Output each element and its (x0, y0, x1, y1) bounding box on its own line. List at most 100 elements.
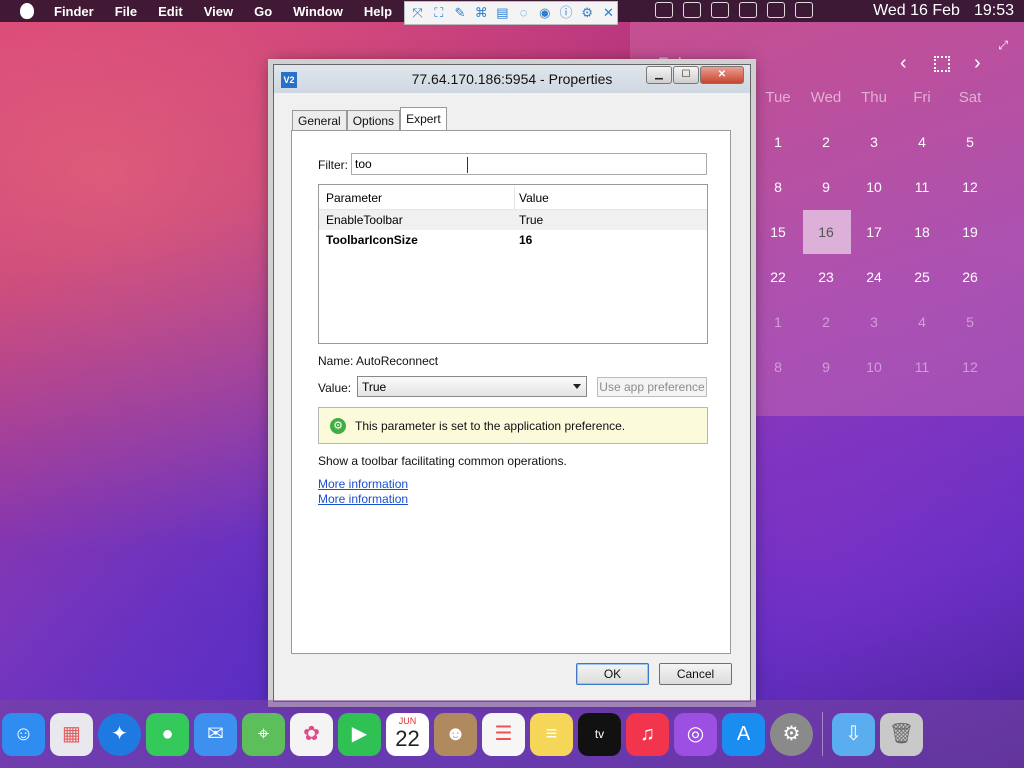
clipboard-icon[interactable]: ▤ (494, 5, 511, 21)
calendar-day[interactable]: 1 (754, 134, 802, 150)
use-app-preference-button[interactable]: Use app preference (597, 377, 707, 397)
calendar-day[interactable]: 3 (850, 134, 898, 150)
maximize-button[interactable]: ☐ (673, 66, 699, 84)
column-parameter[interactable]: Parameter (326, 191, 382, 205)
vnc-toolbar: ⤧ ⛶ ✎ ⌘ ▤ ◌ ◉ ⓘ ⚙ ✕ (404, 1, 618, 25)
menu-edit[interactable]: Edit (158, 4, 183, 19)
apple-menu-icon[interactable] (20, 3, 34, 19)
notes-icon[interactable]: ≡ (530, 712, 573, 756)
calendar-day[interactable]: 4 (898, 134, 946, 150)
calendar-day[interactable]: 3 (850, 314, 898, 330)
calendar-day[interactable]: 18 (898, 224, 946, 240)
cancel-button[interactable]: Cancel (659, 663, 732, 685)
more-information-link[interactable]: More information (318, 477, 408, 491)
settings-icon[interactable]: ⚙ (579, 5, 596, 21)
more-information-link-2[interactable]: More information (318, 492, 408, 506)
calendar-day[interactable]: 11 (898, 179, 946, 195)
minimize-button[interactable]: ▁ (646, 66, 672, 84)
calendar-day[interactable]: 16 (802, 224, 850, 240)
mail-icon[interactable]: ✉ (194, 712, 237, 756)
spotlight-search-icon[interactable] (767, 2, 785, 18)
trash-icon[interactable]: 🗑 (880, 712, 923, 756)
tab-expert[interactable]: Expert (400, 107, 447, 131)
calendar-day[interactable]: 12 (946, 179, 994, 195)
table-row[interactable]: ToolbarIconSize 16 (319, 230, 707, 250)
safari-icon[interactable]: ✦ (98, 712, 141, 756)
close-toolbar-icon[interactable]: ✕ (600, 5, 617, 21)
calendar-day[interactable]: 8 (754, 359, 802, 375)
calendar-day[interactable]: 19 (946, 224, 994, 240)
menu-app-finder[interactable]: Finder (54, 4, 94, 19)
menu-view[interactable]: View (204, 4, 233, 19)
calendar-day[interactable]: 22 (754, 269, 802, 285)
facetime-icon[interactable]: ▶ (338, 712, 381, 756)
calendar-day[interactable]: 25 (898, 269, 946, 285)
menu-file[interactable]: File (115, 4, 137, 19)
contacts-icon[interactable]: ☻ (434, 712, 477, 756)
control-center-icon[interactable] (795, 2, 813, 18)
calendar-day[interactable]: 12 (946, 359, 994, 375)
calendar-day[interactable]: 26 (946, 269, 994, 285)
podcasts-icon[interactable]: ◎ (674, 712, 717, 756)
close-button[interactable]: ✕ (700, 66, 744, 84)
calendar-day[interactable]: 5 (946, 134, 994, 150)
value-select[interactable]: True (357, 376, 587, 397)
column-separator[interactable] (514, 187, 515, 209)
table-row[interactable]: EnableToolbar True (319, 210, 707, 230)
calendar-grid-icon[interactable] (934, 56, 950, 72)
calendar-next-icon[interactable]: › (974, 52, 981, 75)
menu-clock[interactable]: Wed 16 Feb 19:53 (873, 0, 1014, 22)
calendar-day[interactable]: 11 (898, 359, 946, 375)
finder-icon[interactable]: ☺ (2, 712, 45, 756)
screen-mirroring-icon[interactable] (739, 2, 757, 18)
tab-options[interactable]: Options (346, 110, 401, 131)
info-icon[interactable]: ⓘ (557, 5, 574, 21)
reminders-icon[interactable]: ☰ (482, 712, 525, 756)
apple-tv-icon[interactable]: tv (578, 712, 621, 756)
calendar-day[interactable]: 10 (850, 359, 898, 375)
music-icon[interactable]: ♫ (626, 712, 669, 756)
chat-icon[interactable]: ◌ (515, 5, 532, 21)
battery-icon[interactable] (711, 2, 729, 18)
calendar-day[interactable]: 1 (754, 314, 802, 330)
row-parameter-value: 16 (519, 233, 533, 247)
calendar-day[interactable]: 2 (802, 134, 850, 150)
app-store-icon[interactable]: A (722, 712, 765, 756)
ok-button[interactable]: OK (576, 663, 649, 685)
calendar-day[interactable]: 8 (754, 179, 802, 195)
fullscreen-icon[interactable]: ⤧ (409, 5, 426, 21)
dialog-titlebar[interactable]: V2 77.64.170.186:5954 - Properties ▁ ☐ ✕ (274, 65, 750, 93)
calendar-day[interactable]: 2 (802, 314, 850, 330)
ctrl-alt-del-icon[interactable]: ⌘ (473, 5, 490, 21)
calendar-prev-icon[interactable]: ‹ (900, 52, 907, 75)
notes-status-icon[interactable] (655, 2, 673, 18)
tab-general[interactable]: General (292, 110, 347, 131)
properties-dialog: V2 77.64.170.186:5954 - Properties ▁ ☐ ✕… (273, 64, 751, 702)
menu-window[interactable]: Window (293, 4, 343, 19)
widget-pin-icon[interactable]: ⤢ (998, 38, 1008, 53)
calendar-day[interactable]: 10 (850, 179, 898, 195)
volume-icon[interactable] (683, 2, 701, 18)
calendar-day[interactable]: 4 (898, 314, 946, 330)
calendar-day[interactable]: 9 (802, 359, 850, 375)
calendar-icon[interactable]: JUN 22 (386, 712, 429, 756)
scale-icon[interactable]: ⛶ (430, 5, 447, 21)
menu-help[interactable]: Help (364, 4, 392, 19)
calendar-day[interactable]: 24 (850, 269, 898, 285)
menu-go[interactable]: Go (254, 4, 272, 19)
column-value[interactable]: Value (519, 191, 549, 205)
maps-icon[interactable]: ⌖ (242, 712, 285, 756)
photos-icon[interactable]: ✿ (290, 712, 333, 756)
calendar-day[interactable]: 15 (754, 224, 802, 240)
pin-icon[interactable]: ✎ (451, 5, 468, 21)
calendar-day[interactable]: 9 (802, 179, 850, 195)
launchpad-icon[interactable]: ▦ (50, 712, 93, 756)
system-preferences-icon[interactable]: ⚙ (770, 712, 813, 756)
filter-input[interactable] (351, 153, 707, 175)
record-icon[interactable]: ◉ (536, 5, 553, 21)
calendar-day[interactable]: 17 (850, 224, 898, 240)
downloads-folder-icon[interactable]: ⇩ (832, 712, 875, 756)
messages-icon[interactable]: ● (146, 712, 189, 756)
calendar-day[interactable]: 23 (802, 269, 850, 285)
calendar-day[interactable]: 5 (946, 314, 994, 330)
